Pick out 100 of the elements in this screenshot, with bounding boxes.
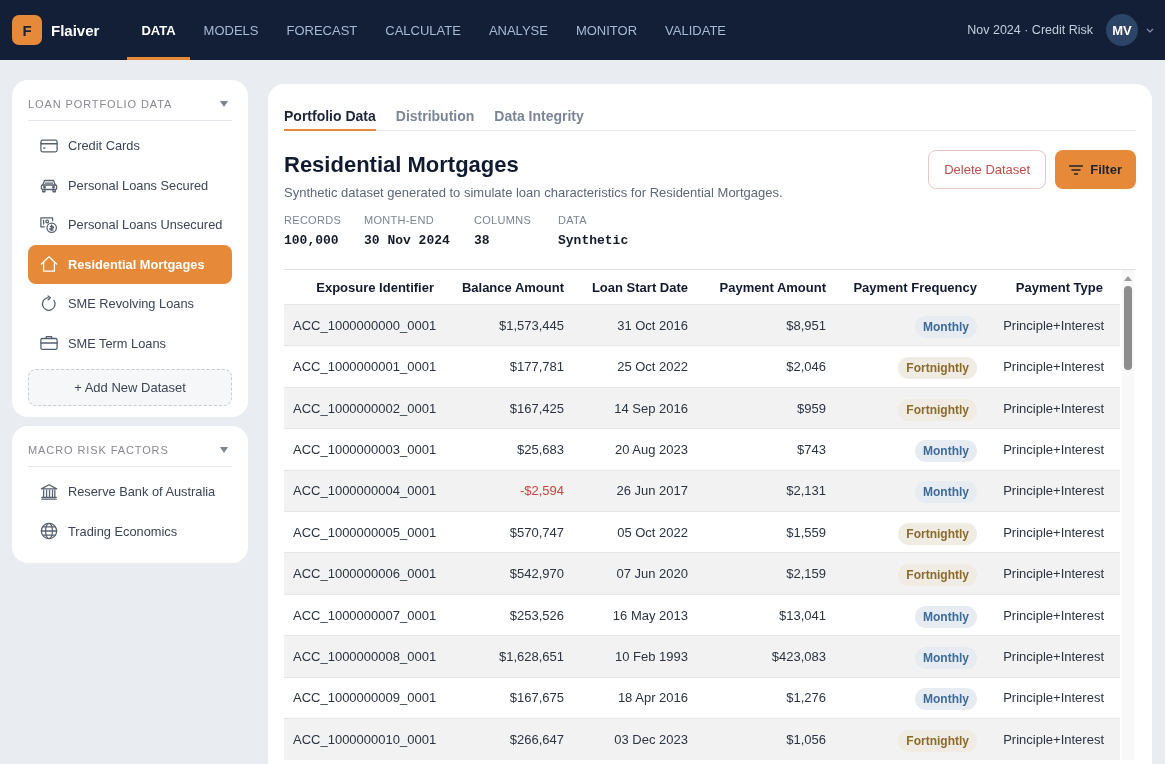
frequency-badge: Monthly (915, 315, 977, 338)
frequency-badge: Fortnightly (898, 398, 977, 421)
table-cell: $1,276 (698, 677, 836, 719)
table-cell: Principle+Interest (987, 677, 1120, 719)
app-name: Flaiver (51, 21, 100, 39)
frequency-badge: Monthly (915, 439, 977, 462)
table-cell: $1,628,651 (444, 635, 574, 678)
house-icon (40, 255, 58, 274)
sidebar-item[interactable]: SME Term Loans (28, 323, 232, 363)
bank-building-icon (40, 482, 58, 501)
filter-button[interactable]: Filter (1055, 150, 1136, 189)
table-cell: 05 Oct 2022 (574, 511, 698, 553)
table-cell: ACC_1000000000_0001 (284, 304, 444, 346)
table-cell: $167,425 (444, 387, 574, 429)
table-cell: $743 (698, 428, 836, 471)
table-cell: 03 Dec 2023 (574, 718, 698, 760)
table-cell: Principle+Interest (987, 635, 1120, 678)
sidebar-item[interactable]: Reserve Bank of Australia (28, 472, 232, 512)
table-cell: Principle+Interest (987, 387, 1120, 429)
scroll-up-arrow-icon[interactable] (1124, 276, 1132, 281)
stat-value: 100,000 (284, 233, 339, 249)
sidebar-item[interactable]: Trading Economics (28, 511, 232, 551)
table-cell: 10 Feb 1993 (574, 635, 698, 678)
scrollbar[interactable] (1122, 270, 1134, 760)
table-cell: 14 Sep 2016 (574, 387, 698, 429)
frequency-badge: Monthly (915, 481, 977, 504)
logo-tile: F (12, 15, 42, 45)
table-cell: $1,056 (698, 718, 836, 760)
column-header: Balance Amount (444, 270, 574, 305)
table-cell: $266,647 (444, 718, 574, 760)
sidebar-item[interactable]: Personal Loans Secured (28, 165, 232, 205)
table-cell: 18 Apr 2016 (574, 677, 698, 719)
table-cell: Principle+Interest (987, 470, 1120, 512)
table-cell: Principle+Interest (987, 345, 1120, 388)
section-title: MACRO RISK FACTORS (28, 444, 169, 456)
nav-tab[interactable]: CALCULATE (371, 0, 475, 60)
column-header: Payment Type (987, 270, 1120, 305)
table-cell: $177,781 (444, 345, 574, 388)
table-cell: 20 Aug 2023 (574, 428, 698, 471)
stat-value: 30 Nov 2024 (364, 233, 450, 249)
context-label: Nov 2024 · Credit Risk (967, 23, 1093, 37)
frequency-badge: Fortnightly (898, 522, 977, 545)
table-cell: ACC_1000000002_0001 (284, 387, 444, 429)
add-dataset-button[interactable]: + Add New Dataset (28, 369, 232, 406)
table-cell: $8,951 (698, 304, 836, 346)
frequency-badge: Fortnightly (898, 564, 977, 587)
section-title: LOAN PORTFOLIO DATA (28, 98, 173, 110)
table-cell: $2,159 (698, 552, 836, 595)
table-cell: Principle+Interest (987, 718, 1120, 760)
delete-dataset-button[interactable]: Delete Dataset (928, 150, 1047, 189)
sidebar-item[interactable]: Personal Loans Unsecured (28, 205, 232, 245)
briefcase-icon (40, 334, 58, 353)
table-cell: ACC_1000000005_0001 (284, 511, 444, 553)
table-cell: $167,675 (444, 677, 574, 719)
table-cell: ACC_1000000004_0001 (284, 470, 444, 512)
dataset-description: Synthetic dataset generated to simulate loan characteristics for Residential Mortgages. (284, 184, 783, 201)
circular-arrow-icon (40, 294, 58, 313)
sidebar-item[interactable]: SME Revolving Loans (28, 284, 232, 324)
column-header: Exposure Identifier (284, 270, 444, 305)
table-cell: $423,083 (698, 635, 836, 678)
stat-label: MONTH-END (364, 213, 434, 227)
frequency-badge: Monthly (915, 605, 977, 628)
table-cell: 25 Oct 2022 (574, 345, 698, 388)
table-cell: Principle+Interest (987, 552, 1120, 595)
table-cell: Principle+Interest (987, 511, 1120, 553)
globe-icon (40, 522, 58, 541)
table-cell: ACC_1000000009_0001 (284, 677, 444, 719)
frequency-badge: Monthly (915, 688, 977, 711)
nav-tab[interactable]: ANALYSE (474, 0, 562, 60)
nav-tab[interactable]: DATA (127, 0, 190, 60)
table-cell: ACC_1000000010_0001 (284, 718, 444, 760)
banknote-icon (40, 215, 58, 234)
table-cell: $542,970 (444, 552, 574, 595)
caret-down-icon[interactable] (220, 447, 228, 453)
nav-tab[interactable]: MODELS (189, 0, 273, 60)
stat-value: Synthetic (558, 233, 629, 249)
table-cell: ACC_1000000006_0001 (284, 552, 444, 595)
caret-down-icon[interactable] (220, 101, 228, 107)
table-cell: $2,046 (698, 345, 836, 388)
chevron-down-icon[interactable] (1146, 27, 1154, 33)
table-cell: ACC_1000000008_0001 (284, 635, 444, 678)
user-avatar[interactable]: MV (1106, 14, 1138, 46)
table-cell: $2,131 (698, 470, 836, 512)
table-cell: ACC_1000000001_0001 (284, 345, 444, 388)
tab[interactable]: Data Integrity (494, 84, 584, 131)
table-cell: $25,683 (444, 428, 574, 471)
table-cell: ACC_1000000007_0001 (284, 594, 444, 636)
nav-tab[interactable]: FORECAST (272, 0, 372, 60)
table-cell: $13,041 (698, 594, 836, 636)
frequency-badge: Fortnightly (898, 730, 977, 753)
filter-icon (1069, 164, 1084, 175)
sidebar-item[interactable]: Credit Cards (28, 126, 232, 166)
frequency-badge: Fortnightly (898, 357, 977, 380)
table-cell: 31 Oct 2016 (574, 304, 698, 346)
nav-tab[interactable]: MONITOR (561, 0, 652, 60)
tab[interactable]: Portfolio Data (284, 84, 376, 131)
nav-tab[interactable]: VALIDATE (651, 0, 740, 60)
scrollbar-thumb[interactable] (1124, 286, 1132, 370)
table-cell: 16 May 2013 (574, 594, 698, 636)
tab[interactable]: Distribution (395, 84, 475, 131)
